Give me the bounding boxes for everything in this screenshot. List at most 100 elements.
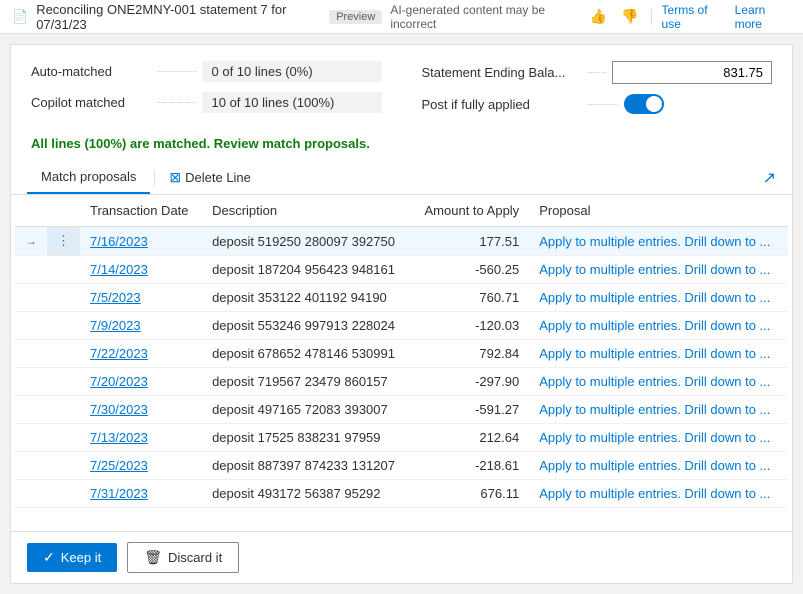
discard-button[interactable]: 🗑 Discard it xyxy=(127,542,239,573)
proposal-cell[interactable]: Apply to multiple entries. Drill down to… xyxy=(529,312,788,340)
row-menu-dots[interactable] xyxy=(47,340,80,368)
delete-line-icon: ⊠ xyxy=(169,169,181,186)
row-menu-dots[interactable] xyxy=(47,284,80,312)
description-cell: deposit 497165 72083 393007 xyxy=(202,396,411,424)
export-button[interactable]: ↗ xyxy=(763,168,776,188)
date-cell[interactable]: 7/13/2023 xyxy=(80,424,202,452)
row-menu-dots[interactable] xyxy=(47,396,80,424)
date-cell[interactable]: 7/30/2023 xyxy=(80,396,202,424)
proposal-cell[interactable]: Apply to multiple entries. Drill down to… xyxy=(529,284,788,312)
ai-notice: AI-generated content may be incorrect xyxy=(390,3,577,31)
description-cell: deposit 353122 401192 94190 xyxy=(202,284,411,312)
auto-matched-value: 0 of 10 lines (0%) xyxy=(202,61,382,82)
amount-cell: 676.11 xyxy=(411,480,529,508)
dots-2 xyxy=(157,102,196,103)
proposal-cell[interactable]: Apply to multiple entries. Drill down to… xyxy=(529,227,788,256)
keep-icon: ✓ xyxy=(43,549,55,566)
table-row: 7/5/2023deposit 353122 401192 94190760.7… xyxy=(15,284,788,312)
table-container: Transaction Date Description Amount to A… xyxy=(11,195,792,531)
tabs-bar: Match proposals ⊠ Delete Line ↗ xyxy=(11,161,792,195)
footer-bar: ✓ Keep it 🗑 Discard it xyxy=(11,531,792,583)
col-arrow xyxy=(15,195,47,227)
top-bar: 📄 Reconciling ONE2MNY-001 statement 7 fo… xyxy=(0,0,803,34)
thumbup-button[interactable]: 👍 xyxy=(588,6,609,27)
terms-link[interactable]: Terms of use xyxy=(662,3,725,31)
keep-button[interactable]: ✓ Keep it xyxy=(27,543,117,572)
row-menu-dots[interactable]: ⋮ xyxy=(47,227,80,256)
col-description: Description xyxy=(202,195,411,227)
table-row: 7/20/2023deposit 719567 23479 860157-297… xyxy=(15,368,788,396)
arrow-cell xyxy=(15,340,47,368)
proposal-cell[interactable]: Apply to multiple entries. Drill down to… xyxy=(529,452,788,480)
table-row: 7/14/2023deposit 187204 956423 948161-56… xyxy=(15,256,788,284)
description-cell: deposit 187204 956423 948161 xyxy=(202,256,411,284)
arrow-cell xyxy=(15,396,47,424)
description-cell: deposit 553246 997913 228024 xyxy=(202,312,411,340)
auto-matched-row: Auto-matched 0 of 10 lines (0%) xyxy=(31,61,382,82)
proposal-cell[interactable]: Apply to multiple entries. Drill down to… xyxy=(529,368,788,396)
statement-ending-input[interactable] xyxy=(612,61,772,84)
arrow-cell xyxy=(15,424,47,452)
proposal-cell[interactable]: Apply to multiple entries. Drill down to… xyxy=(529,480,788,508)
tab-delete-line[interactable]: ⊠ Delete Line xyxy=(159,163,261,192)
description-cell: deposit 17525 838231 97959 xyxy=(202,424,411,452)
table-header-row: Transaction Date Description Amount to A… xyxy=(15,195,788,227)
proposal-cell[interactable]: Apply to multiple entries. Drill down to… xyxy=(529,396,788,424)
row-menu-dots[interactable] xyxy=(47,452,80,480)
date-cell[interactable]: 7/20/2023 xyxy=(80,368,202,396)
arrow-cell: → xyxy=(15,227,47,256)
summary-right: Statement Ending Bala... Post if fully a… xyxy=(422,61,773,124)
proposal-cell[interactable]: Apply to multiple entries. Drill down to… xyxy=(529,340,788,368)
row-menu-dots[interactable] xyxy=(47,312,80,340)
amount-cell: -560.25 xyxy=(411,256,529,284)
date-cell[interactable]: 7/5/2023 xyxy=(80,284,202,312)
row-menu-dots[interactable] xyxy=(47,256,80,284)
description-cell: deposit 493172 56387 95292 xyxy=(202,480,411,508)
amount-cell: -297.90 xyxy=(411,368,529,396)
row-menu-dots[interactable] xyxy=(47,424,80,452)
summary-section: Auto-matched 0 of 10 lines (0%) Copilot … xyxy=(11,45,792,132)
amount-cell: -218.61 xyxy=(411,452,529,480)
page-title: Reconciling ONE2MNY-001 statement 7 for … xyxy=(36,2,321,32)
post-toggle[interactable] xyxy=(624,94,664,114)
post-label: Post if fully applied xyxy=(422,97,582,112)
delete-line-label: Delete Line xyxy=(185,170,251,185)
date-cell[interactable]: 7/22/2023 xyxy=(80,340,202,368)
tab-divider xyxy=(154,170,155,186)
dots-3 xyxy=(588,72,607,73)
keep-label: Keep it xyxy=(61,550,101,565)
dots-1 xyxy=(157,71,196,72)
date-cell[interactable]: 7/16/2023 xyxy=(80,227,202,256)
arrow-cell xyxy=(15,452,47,480)
table-row: →⋮7/16/2023deposit 519250 280097 3927501… xyxy=(15,227,788,256)
proposal-cell[interactable]: Apply to multiple entries. Drill down to… xyxy=(529,424,788,452)
divider xyxy=(651,9,652,25)
amount-cell: -591.27 xyxy=(411,396,529,424)
table-body: →⋮7/16/2023deposit 519250 280097 3927501… xyxy=(15,227,788,508)
auto-matched-label: Auto-matched xyxy=(31,64,151,79)
row-menu-dots[interactable] xyxy=(47,480,80,508)
tab-match-proposals[interactable]: Match proposals xyxy=(27,161,150,194)
all-matched-msg: All lines (100%) are matched. Review mat… xyxy=(11,132,792,161)
arrow-cell xyxy=(15,312,47,340)
amount-cell: 212.64 xyxy=(411,424,529,452)
statement-ending-row: Statement Ending Bala... xyxy=(422,61,773,84)
table-row: 7/13/2023deposit 17525 838231 97959212.6… xyxy=(15,424,788,452)
arrow-cell xyxy=(15,480,47,508)
amount-cell: -120.03 xyxy=(411,312,529,340)
proposal-cell[interactable]: Apply to multiple entries. Drill down to… xyxy=(529,256,788,284)
copilot-matched-value: 10 of 10 lines (100%) xyxy=(202,92,382,113)
summary-left: Auto-matched 0 of 10 lines (0%) Copilot … xyxy=(31,61,382,124)
date-cell[interactable]: 7/31/2023 xyxy=(80,480,202,508)
col-dots xyxy=(47,195,80,227)
thumbdown-button[interactable]: 👎 xyxy=(619,6,640,27)
date-cell[interactable]: 7/25/2023 xyxy=(80,452,202,480)
amount-cell: 760.71 xyxy=(411,284,529,312)
learn-more-link[interactable]: Learn more xyxy=(735,3,791,31)
row-menu-dots[interactable] xyxy=(47,368,80,396)
post-row: Post if fully applied xyxy=(422,94,773,114)
date-cell[interactable]: 7/9/2023 xyxy=(80,312,202,340)
date-cell[interactable]: 7/14/2023 xyxy=(80,256,202,284)
arrow-cell xyxy=(15,256,47,284)
statement-ending-label: Statement Ending Bala... xyxy=(422,65,582,80)
